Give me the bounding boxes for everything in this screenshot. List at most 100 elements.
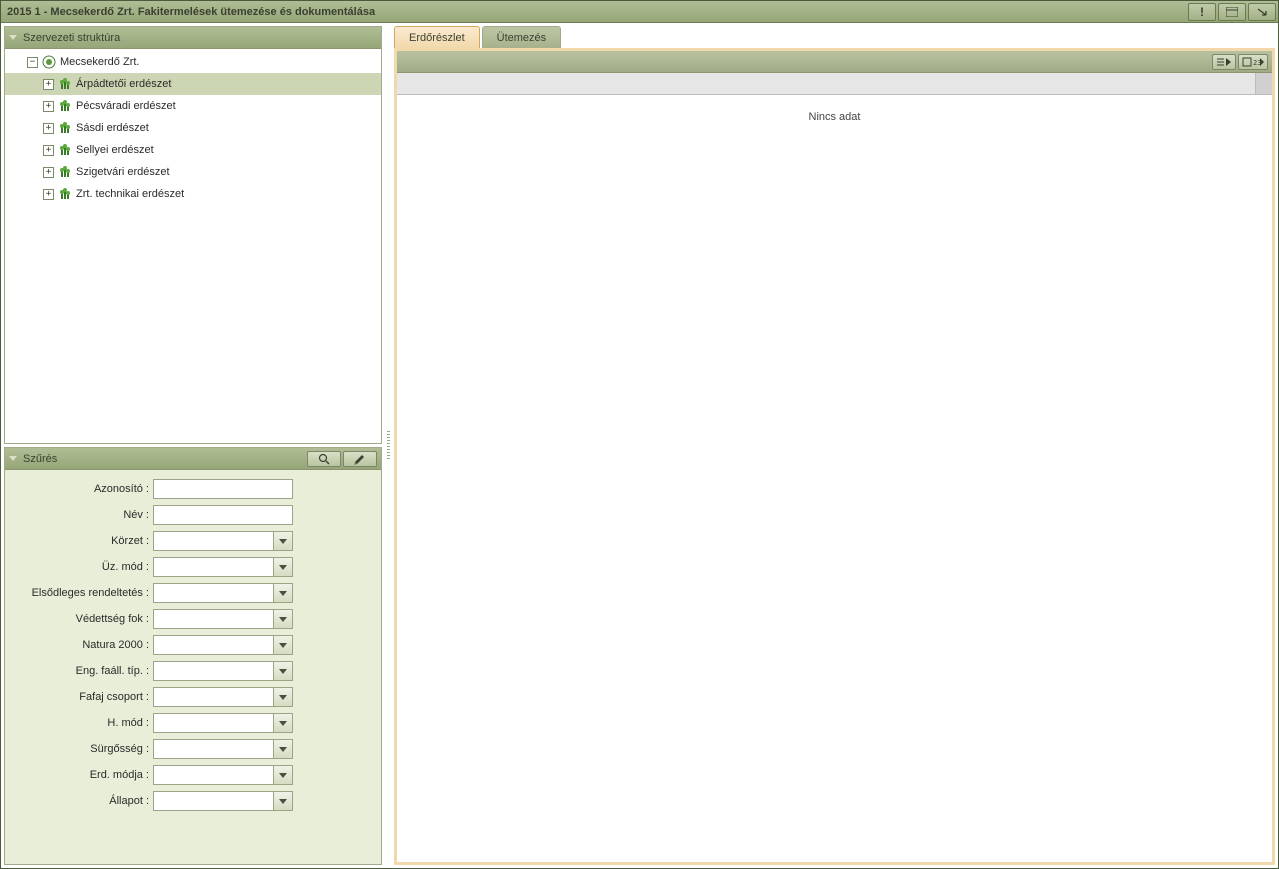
grid-body: Nincs adat [397, 95, 1272, 862]
filter-label: H. mód : [13, 717, 153, 729]
dropdown-button[interactable] [273, 687, 293, 707]
filter-select-input[interactable] [153, 557, 273, 577]
grid-nav-button[interactable] [1212, 54, 1236, 70]
forestry-icon [58, 143, 72, 157]
window-layout-button[interactable] [1218, 3, 1246, 21]
org-structure-title: Szervezeti struktúra [23, 32, 377, 44]
org-structure-header[interactable]: Szervezeti struktúra [5, 27, 381, 49]
tree-node[interactable]: +Szigetvári erdészet [5, 161, 381, 183]
filter-select-input[interactable] [153, 765, 273, 785]
forestry-icon [58, 187, 72, 201]
filter-select[interactable] [153, 713, 293, 733]
filter-select-input[interactable] [153, 661, 273, 681]
tree-node-label: Sásdi erdészet [76, 122, 149, 134]
dropdown-button[interactable] [273, 609, 293, 629]
filter-text-input[interactable] [153, 505, 293, 525]
filter-select-input[interactable] [153, 687, 273, 707]
dropdown-button[interactable] [273, 713, 293, 733]
chevron-down-icon [279, 669, 287, 674]
tree-node[interactable]: +Pécsváradi erdészet [5, 95, 381, 117]
left-pane: Szervezeti struktúra − Mecsekerdő Zrt. +… [4, 26, 382, 865]
exclamation-icon: ! [1200, 5, 1204, 19]
clear-filter-button[interactable] [343, 451, 377, 467]
search-button[interactable] [307, 451, 341, 467]
dropdown-button[interactable] [273, 791, 293, 811]
filter-row: H. mód : [13, 710, 373, 736]
dropdown-button[interactable] [273, 765, 293, 785]
grid-toolbar: 23 [397, 51, 1272, 73]
chevron-down-icon [279, 695, 287, 700]
chevron-down-icon [279, 617, 287, 622]
filter-select-input[interactable] [153, 583, 273, 603]
filter-select[interactable] [153, 687, 293, 707]
expand-icon[interactable]: + [43, 123, 54, 134]
filter-select-input[interactable] [153, 609, 273, 629]
caret-down-icon [9, 456, 17, 461]
export-icon: 23 [1242, 57, 1264, 67]
filter-select[interactable] [153, 635, 293, 655]
dropdown-button[interactable] [273, 531, 293, 551]
collapse-button[interactable] [1248, 3, 1276, 21]
filter-row: Elsődleges rendeltetés : [13, 580, 373, 606]
alert-button[interactable]: ! [1188, 3, 1216, 21]
filter-select-input[interactable] [153, 791, 273, 811]
filter-text-input[interactable] [153, 479, 293, 499]
expand-icon[interactable]: + [43, 79, 54, 90]
titlebar: 2015 1 - Mecsekerdő Zrt. Fakitermelések … [1, 1, 1278, 23]
filter-select[interactable] [153, 791, 293, 811]
tree-root-node[interactable]: − Mecsekerdő Zrt. [5, 51, 381, 73]
filter-select-input[interactable] [153, 713, 273, 733]
filter-select-input[interactable] [153, 635, 273, 655]
forestry-icon [58, 77, 72, 91]
grid-export-button[interactable]: 23 [1238, 54, 1268, 70]
filter-label: Körzet : [13, 535, 153, 547]
filter-row: Eng. faáll. típ. : [13, 658, 373, 684]
filter-select-input[interactable] [153, 531, 273, 551]
tab[interactable]: Erdőrészlet [394, 26, 480, 48]
tab[interactable]: Ütemezés [482, 26, 562, 48]
filter-row: Azonosító : [13, 476, 373, 502]
filter-select[interactable] [153, 557, 293, 577]
dropdown-button[interactable] [273, 739, 293, 759]
tree-node-label: Árpádtetői erdészet [76, 78, 171, 90]
collapse-icon[interactable]: − [27, 57, 38, 68]
list-play-icon [1216, 57, 1232, 67]
filter-label: Natura 2000 : [13, 639, 153, 651]
filter-select-input[interactable] [153, 739, 273, 759]
company-icon [42, 55, 56, 69]
forestry-icon [58, 165, 72, 179]
tree-node-label: Sellyei erdészet [76, 144, 154, 156]
filter-label: Üz. mód : [13, 561, 153, 573]
filter-label: Fafaj csoport : [13, 691, 153, 703]
dropdown-button[interactable] [273, 583, 293, 603]
expand-icon[interactable]: + [43, 167, 54, 178]
filter-select[interactable] [153, 583, 293, 603]
dropdown-button[interactable] [273, 557, 293, 577]
filter-select[interactable] [153, 531, 293, 551]
splitter[interactable] [385, 26, 391, 865]
chevron-down-icon [279, 773, 287, 778]
expand-icon[interactable]: + [43, 145, 54, 156]
tree-node[interactable]: +Zrt. technikai erdészet [5, 183, 381, 205]
tree-node[interactable]: + Árpádtetői erdészet [5, 73, 381, 95]
expand-icon[interactable]: + [43, 101, 54, 112]
filter-row: Körzet : [13, 528, 373, 554]
grid-empty-text: Nincs adat [809, 111, 861, 123]
filter-header[interactable]: Szűrés [5, 448, 381, 470]
tree-node[interactable]: + Sásdi erdészet [5, 117, 381, 139]
filter-select[interactable] [153, 661, 293, 681]
filter-select[interactable] [153, 739, 293, 759]
filter-select[interactable] [153, 609, 293, 629]
filter-title: Szűrés [23, 453, 307, 465]
filter-label: Erd. módja : [13, 769, 153, 781]
expand-icon[interactable]: + [43, 189, 54, 200]
chevron-down-icon [279, 721, 287, 726]
filter-label: Sürgősség : [13, 743, 153, 755]
filter-panel: Szűrés Azonosító :Név :Körzet :Üz. mód :… [4, 447, 382, 865]
tree-node[interactable]: + Sellyei erdészet [5, 139, 381, 161]
org-structure-panel: Szervezeti struktúra − Mecsekerdő Zrt. +… [4, 26, 382, 444]
app-window: 2015 1 - Mecsekerdő Zrt. Fakitermelések … [0, 0, 1279, 869]
dropdown-button[interactable] [273, 635, 293, 655]
filter-select[interactable] [153, 765, 293, 785]
dropdown-button[interactable] [273, 661, 293, 681]
